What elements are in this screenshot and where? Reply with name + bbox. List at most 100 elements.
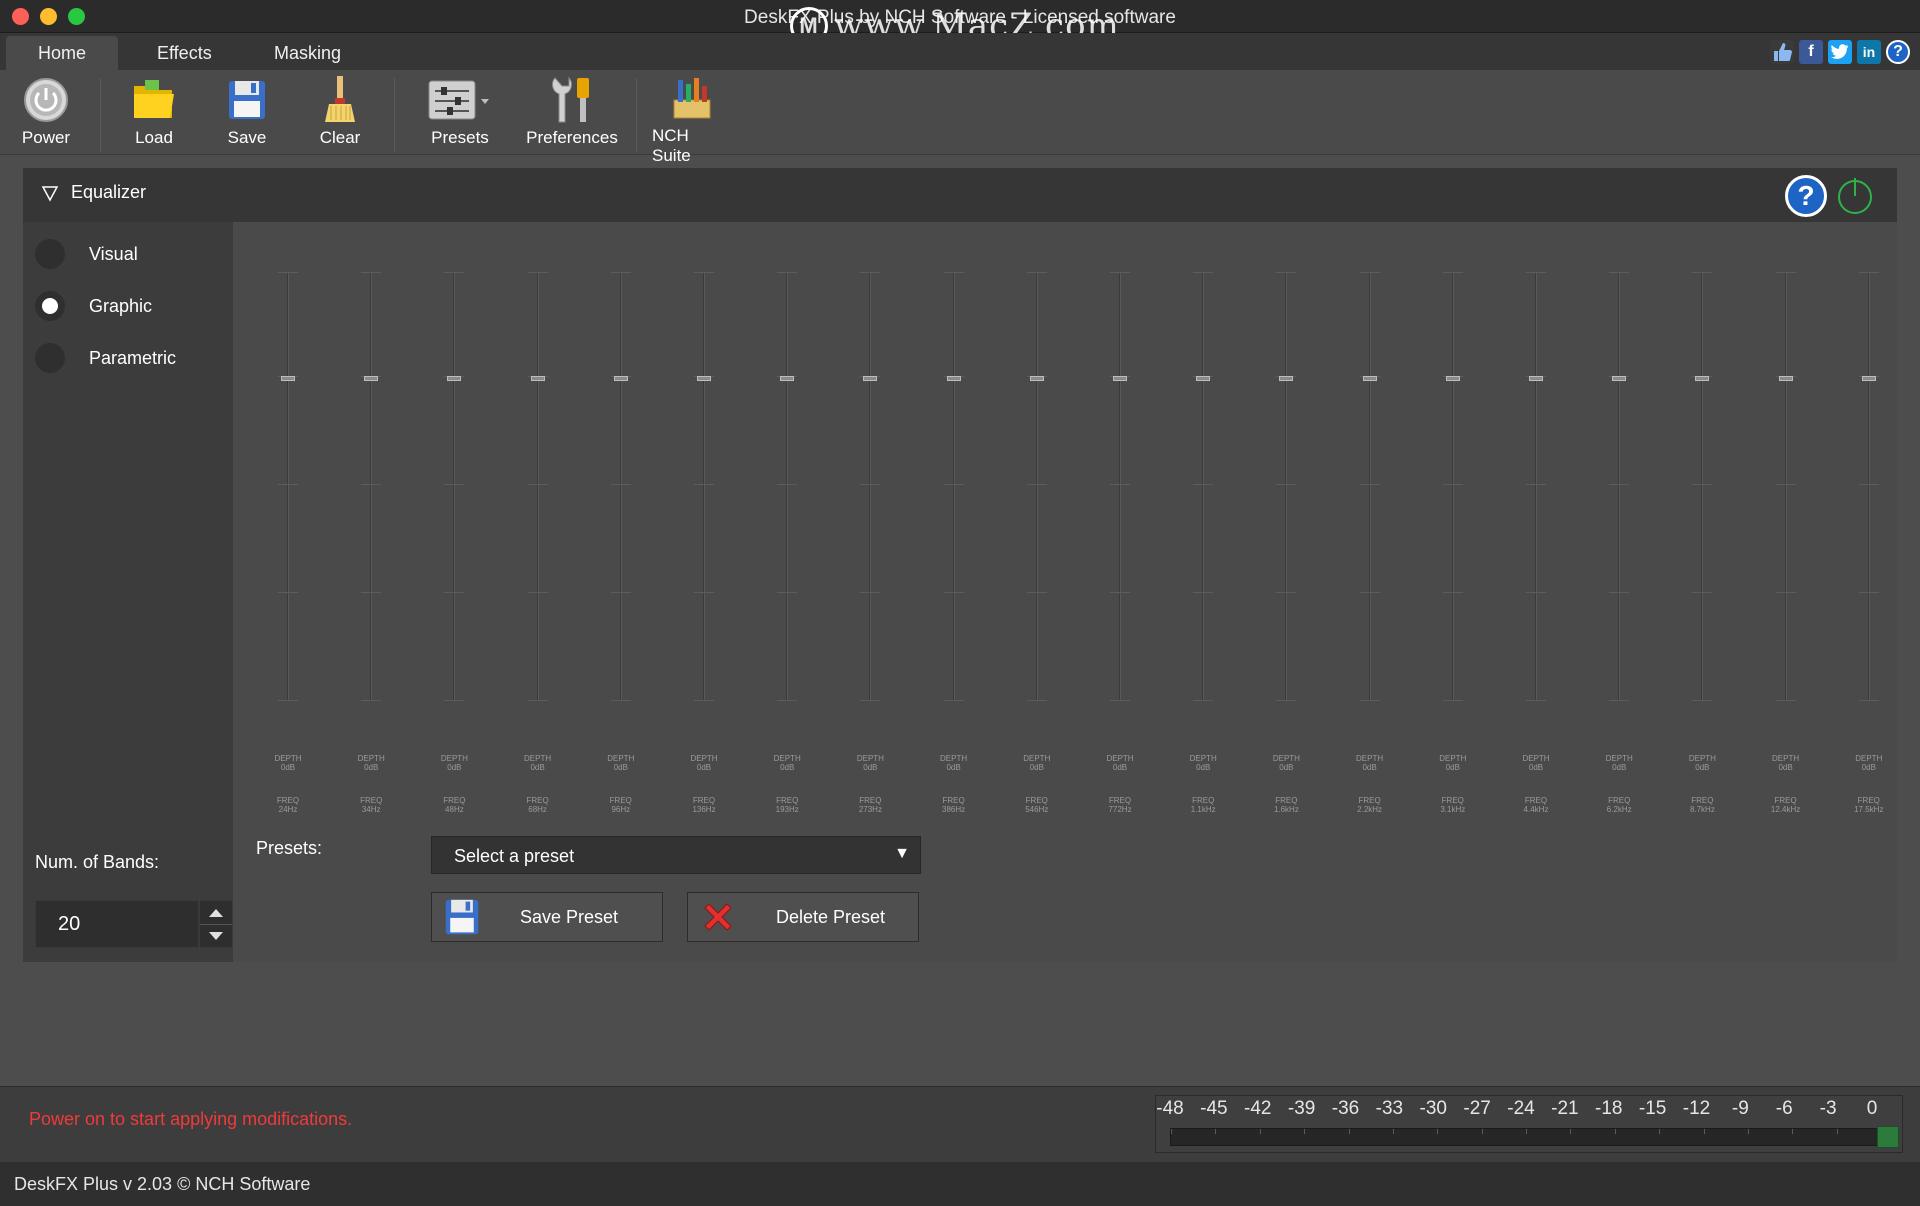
eq-band-label: DEPTH xyxy=(1272,754,1300,763)
eq-band-tick xyxy=(1359,700,1380,701)
eq-band-label: 48Hz xyxy=(445,805,464,814)
stepper-down-button[interactable] xyxy=(200,924,232,947)
facebook-icon[interactable]: f xyxy=(1799,40,1823,64)
eq-band-label: DEPTH xyxy=(1522,754,1550,763)
eq-band-slider-knob[interactable] xyxy=(530,376,545,381)
power-button[interactable]: Power xyxy=(14,76,78,154)
mode-visual-radio[interactable]: Visual xyxy=(35,238,138,270)
load-button[interactable]: Load xyxy=(122,76,186,154)
mode-graphic-radio[interactable]: Graphic xyxy=(35,290,152,322)
eq-band-label: FREQ xyxy=(276,796,300,805)
clear-button[interactable]: Clear xyxy=(308,76,372,154)
eq-band-slider-knob[interactable] xyxy=(946,376,961,381)
eq-band-slider-knob[interactable] xyxy=(1612,376,1627,381)
eq-band-label: FREQ xyxy=(1774,796,1797,805)
mode-parametric-radio[interactable]: Parametric xyxy=(35,342,176,374)
eq-band-slider-track[interactable] xyxy=(370,272,373,700)
tab-masking[interactable]: Masking xyxy=(242,36,373,70)
eq-band-label: 4.4kHz xyxy=(1523,805,1549,814)
eq-band-label: DEPTH xyxy=(357,754,385,763)
eq-band-slider-track[interactable] xyxy=(619,272,622,700)
eq-band-slider-knob[interactable] xyxy=(697,376,711,381)
eq-band-label: FREQ xyxy=(1275,796,1298,805)
equalizer-help-button[interactable]: ? xyxy=(1785,175,1827,217)
twitter-icon[interactable] xyxy=(1828,40,1852,64)
eq-band-slider-knob[interactable] xyxy=(364,376,379,381)
eq-band-label: 0dB xyxy=(1445,763,1460,772)
eq-band-slider-track[interactable] xyxy=(703,272,705,700)
save-preset-button[interactable]: Save Preset xyxy=(431,892,663,942)
thumbs-up-icon[interactable] xyxy=(1770,40,1794,64)
eq-band-slider-track[interactable] xyxy=(287,272,289,700)
eq-band-tick xyxy=(1442,592,1463,593)
eq-band-slider-track[interactable] xyxy=(1784,272,1787,700)
eq-band-label: FREQ xyxy=(942,796,965,805)
eq-band-slider-track[interactable] xyxy=(1119,272,1121,700)
mode-visual-label: Visual xyxy=(89,243,138,264)
eq-band-slider-knob[interactable] xyxy=(447,376,462,381)
eq-band-slider-knob[interactable] xyxy=(1362,376,1377,381)
collapse-triangle-icon[interactable] xyxy=(41,184,59,202)
meter-tick xyxy=(1481,1129,1483,1134)
broom-icon xyxy=(316,76,364,124)
eq-band-slider-knob[interactable] xyxy=(1695,376,1710,381)
eq-band-slider-knob[interactable] xyxy=(1445,376,1460,381)
eq-band-slider-knob[interactable] xyxy=(1778,376,1793,381)
meter-tick xyxy=(1747,1129,1749,1134)
eq-band-tick xyxy=(860,592,881,593)
equalizer-power-button[interactable] xyxy=(1835,176,1875,216)
eq-band-slider-knob[interactable] xyxy=(863,376,878,381)
eq-band-label: DEPTH xyxy=(1189,754,1217,763)
eq-band-slider-track[interactable] xyxy=(869,272,872,700)
eq-band-label: FREQ xyxy=(1441,796,1464,805)
eq-band-slider-track[interactable] xyxy=(1285,272,1288,700)
radio-button-checked[interactable] xyxy=(35,291,65,321)
eq-band-slider-knob[interactable] xyxy=(780,376,795,381)
eq-band-slider-track[interactable] xyxy=(952,272,955,700)
preset-select[interactable]: Select a preset ▼ xyxy=(431,836,921,874)
save-button[interactable]: Save xyxy=(215,76,279,154)
nch-suite-button[interactable]: NCH Suite xyxy=(652,76,732,165)
presets-button[interactable]: Presets xyxy=(418,76,502,154)
eq-band-label: 386Hz xyxy=(942,805,966,814)
eq-band-slider-knob[interactable] xyxy=(613,376,628,381)
help-icon[interactable]: ? xyxy=(1886,40,1910,64)
eq-band-slider-track[interactable] xyxy=(1701,272,1704,700)
eq-band-slider-knob[interactable] xyxy=(1029,376,1044,381)
radio-button[interactable] xyxy=(35,239,65,269)
eq-band-slider-track[interactable] xyxy=(786,272,789,700)
eq-band: DEPTH 0dB FREQ 12.4kHz xyxy=(1756,222,1816,822)
level-meter: -48 -45 -42 -39 -36 -33 -30 -27 -24 -21 -18 -15 -12-… xyxy=(1155,1095,1903,1153)
eq-band-slider-knob[interactable] xyxy=(1279,376,1294,381)
eq-band-slider-track[interactable] xyxy=(1867,272,1870,700)
eq-band-slider-track[interactable] xyxy=(1618,272,1621,700)
stepper-up-button[interactable] xyxy=(200,901,232,924)
eq-band-label: FREQ xyxy=(1608,796,1631,805)
eq-band-slider-track[interactable] xyxy=(1451,272,1454,700)
tab-home[interactable]: Home xyxy=(6,36,119,70)
num-bands-input[interactable]: 20 xyxy=(35,900,199,948)
eq-band-slider-knob[interactable] xyxy=(1861,376,1876,381)
delete-preset-button[interactable]: Delete Preset xyxy=(687,892,919,942)
eq-band-label: 0dB xyxy=(613,763,628,772)
eq-band-slider-knob[interactable] xyxy=(281,376,295,381)
eq-band-slider-track[interactable] xyxy=(1202,272,1205,700)
eq-band-slider-track[interactable] xyxy=(453,272,456,700)
mode-parametric-label: Parametric xyxy=(89,347,177,368)
linkedin-icon[interactable]: in xyxy=(1857,40,1881,64)
eq-band-label: FREQ xyxy=(776,796,799,805)
eq-band-label: 0dB xyxy=(1196,763,1211,772)
eq-band-slider-knob[interactable] xyxy=(1196,376,1211,381)
meter-tick xyxy=(1215,1129,1217,1134)
preferences-button[interactable]: Preferences xyxy=(524,76,620,154)
eq-band-slider-knob[interactable] xyxy=(1529,376,1543,381)
equalizer-header[interactable]: Equalizer ? xyxy=(23,168,1897,222)
tab-effects[interactable]: Effects xyxy=(125,36,244,70)
eq-band-slider-track[interactable] xyxy=(1535,272,1537,700)
eq-band-slider-track[interactable] xyxy=(1035,272,1038,700)
eq-band-slider-track[interactable] xyxy=(536,272,539,700)
eq-band-slider-knob[interactable] xyxy=(1113,376,1127,381)
eq-band-slider-track[interactable] xyxy=(1368,272,1371,700)
radio-button[interactable] xyxy=(35,343,65,373)
eq-band-tick xyxy=(1858,484,1879,485)
